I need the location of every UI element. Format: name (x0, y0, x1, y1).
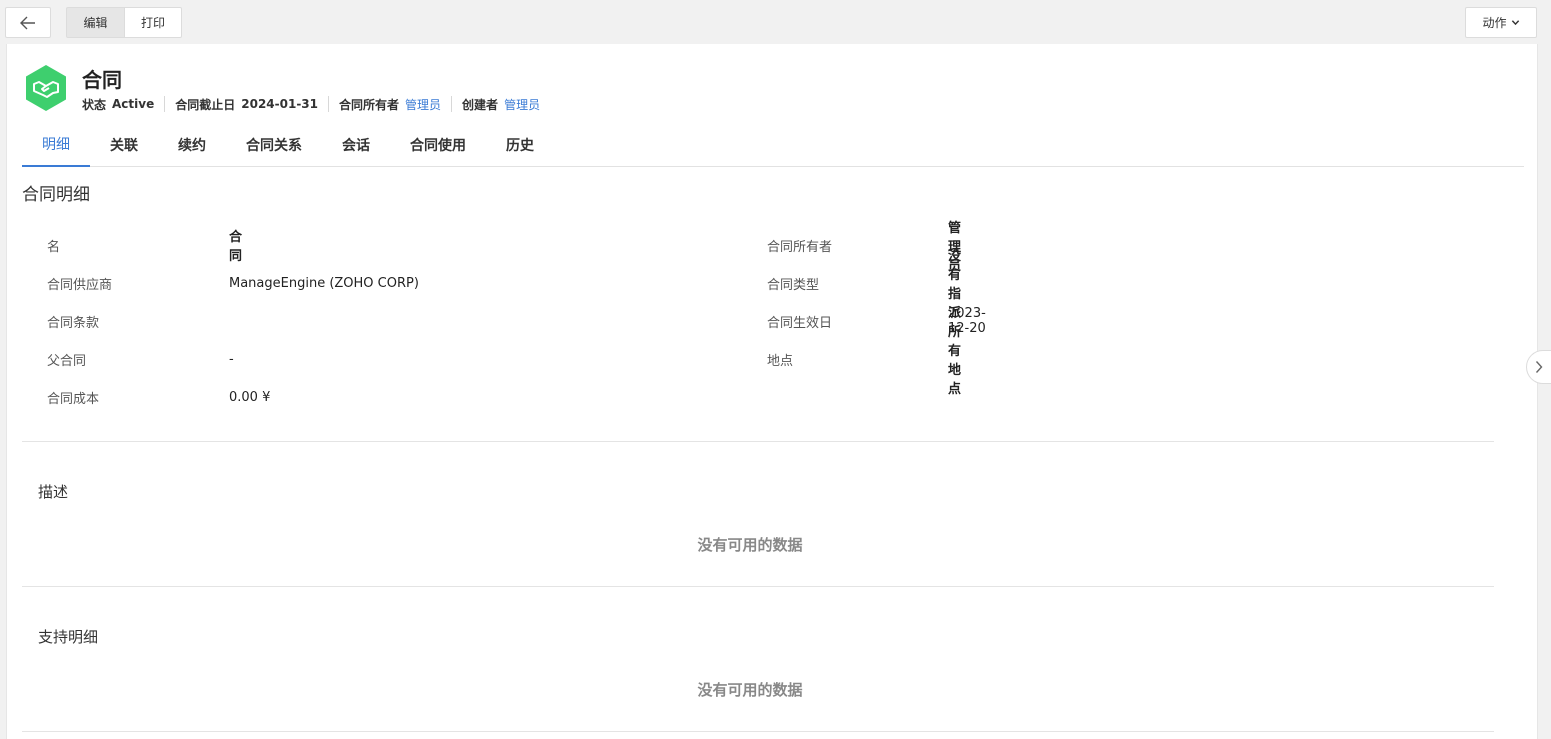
tab-renewal[interactable]: 续约 (158, 122, 226, 167)
detail-label: 合同所有者 (767, 239, 833, 255)
handshake-icon (26, 65, 66, 111)
page-title: 合同 (82, 68, 122, 92)
tab-contract-usage[interactable]: 合同使用 (390, 122, 486, 167)
detail-label: 合同条款 (47, 315, 100, 331)
detail-label: 合同成本 (47, 391, 100, 407)
tab-details[interactable]: 明细 (22, 122, 90, 167)
actions-label: 动作 (1482, 16, 1507, 30)
detail-label: 地点 (767, 353, 794, 369)
contract-panel: 合同 状态 Active 合同截止日 2024-01-31 合同所有者 管理员 … (6, 44, 1538, 739)
meta-owner: 合同所有者 管理员 (328, 96, 451, 112)
detail-value: - (229, 351, 234, 367)
meta-creator-link[interactable]: 管理员 (504, 96, 540, 113)
edit-print-group: 编辑 打印 (66, 7, 182, 38)
detail-value: 0.00 ¥ (229, 389, 271, 405)
details-section-title: 合同明细 (22, 185, 90, 205)
chevron-down-icon (1511, 20, 1519, 26)
arrow-left-icon (20, 16, 35, 29)
detail-label: 合同类型 (767, 277, 820, 293)
meta-expiry-key: 合同截止日 (175, 97, 236, 112)
section-divider (22, 586, 1494, 587)
print-button[interactable]: 打印 (125, 7, 182, 38)
detail-value: ManageEngine (ZOHO CORP) (229, 275, 419, 291)
detail-label: 合同生效日 (767, 315, 833, 331)
header-meta: 状态 Active 合同截止日 2024-01-31 合同所有者 管理员 创建者… (82, 96, 550, 112)
description-title: 描述 (38, 483, 69, 501)
chevron-right-icon (1535, 361, 1543, 373)
tab-history[interactable]: 历史 (486, 122, 554, 167)
support-title: 支持明细 (38, 628, 99, 646)
meta-owner-link[interactable]: 管理员 (405, 96, 441, 113)
detail-label: 名 (47, 239, 61, 255)
section-divider (22, 441, 1494, 442)
detail-value: 合同 (229, 230, 243, 264)
tab-bar: 明细 关联 续约 合同关系 会话 合同使用 历史 (22, 122, 1524, 167)
top-toolbar: 编辑 打印 动作 (0, 0, 1551, 44)
meta-creator: 创建者 管理员 (451, 96, 550, 112)
meta-owner-key: 合同所有者 (339, 97, 400, 112)
back-button[interactable] (5, 7, 51, 38)
support-empty-text: 没有可用的数据 (697, 681, 803, 699)
detail-label: 父合同 (47, 353, 87, 369)
tab-associations[interactable]: 关联 (90, 122, 158, 167)
meta-expiry: 合同截止日 2024-01-31 (164, 96, 328, 112)
edit-button[interactable]: 编辑 (66, 7, 125, 38)
meta-expiry-value: 2024-01-31 (241, 97, 319, 111)
meta-status-key: 状态 (82, 97, 107, 112)
description-empty-text: 没有可用的数据 (697, 536, 803, 554)
meta-creator-key: 创建者 (462, 97, 499, 112)
meta-status-value: Active (112, 97, 155, 111)
detail-value: 所有地点 (948, 325, 962, 397)
actions-button[interactable]: 动作 (1465, 7, 1537, 38)
tab-conversations[interactable]: 会话 (322, 122, 390, 167)
section-divider (22, 731, 1494, 732)
meta-status: 状态 Active (82, 96, 164, 112)
detail-label: 合同供应商 (47, 277, 113, 293)
tab-contract-relations[interactable]: 合同关系 (226, 122, 322, 167)
